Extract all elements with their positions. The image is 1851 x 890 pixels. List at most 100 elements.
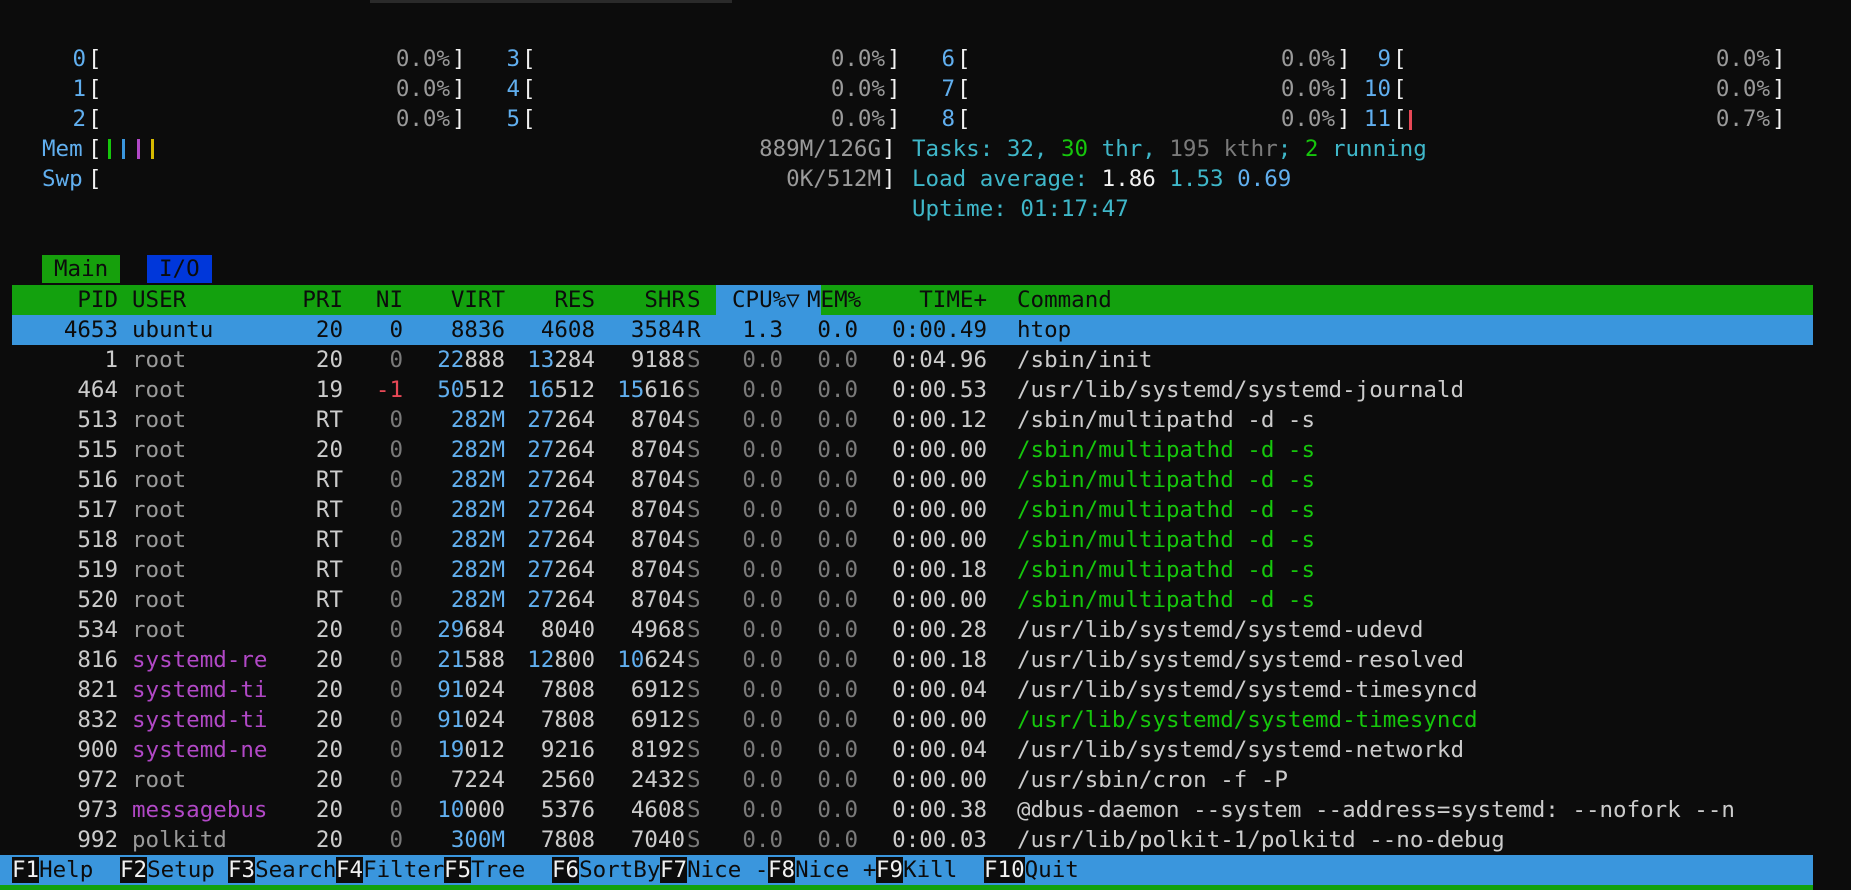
table-row[interactable]: 992 polkitd 20 0 300M 7808 7040 S 0.0 0.0 0:00.03 /… xyxy=(12,825,1813,855)
fkey-f4[interactable]: F4Filter xyxy=(336,855,444,885)
cell-ni: 0 xyxy=(389,467,403,493)
cell-user: systemd-ti xyxy=(132,677,268,703)
table-row[interactable]: 821 systemd-ti 20 0 91024 7808 6912 S 0.0 0.0 0:00… xyxy=(12,675,1813,705)
cell-res: 27264 xyxy=(527,527,595,553)
fkey-f5[interactable]: F5Tree xyxy=(444,855,552,885)
cell-time: 0:00.12 xyxy=(892,407,987,433)
tab-io[interactable]: I/O xyxy=(147,255,212,283)
cell-cpu: 0.0 xyxy=(742,407,783,433)
table-row[interactable]: 464 root 19 -1 50512 16512 15616 S 0.0 0.0 0:00.53… xyxy=(12,375,1813,405)
cell-time: 0:04.96 xyxy=(892,347,987,373)
table-row[interactable]: 973 messagebus 20 0 10000 5376 4608 S 0.0 0.0 0:00… xyxy=(12,795,1813,825)
cell-pid: 992 xyxy=(77,827,118,853)
col-time[interactable]: TIME+ xyxy=(919,285,987,315)
cell-ni: 0 xyxy=(389,317,403,343)
table-row[interactable]: 4653 ubuntu 20 0 8836 4608 3584 R 1.3 0.0 0:00.49 h… xyxy=(12,315,1813,345)
table-row[interactable]: 515 root 20 0 282M 27264 8704 S 0.0 0.0 0:00.00/sb… xyxy=(12,435,1813,465)
cpu-8-percent: 0.0% xyxy=(1280,106,1335,132)
table-row[interactable]: 518 root RT 0 282M 27264 8704 S 0.0 0.0 0:00.00/sb… xyxy=(12,525,1813,555)
col-pid[interactable]: PID xyxy=(77,285,118,315)
cell-state: S xyxy=(687,677,701,703)
cpu-2-bracket-open: [ xyxy=(88,106,102,132)
cell-mem: 0.0 xyxy=(817,737,858,763)
fkey-f9[interactable]: F9Kill xyxy=(876,855,984,885)
cell-time: 0:00.00 xyxy=(892,497,987,523)
table-row[interactable]: 519 root RT 0 282M 27264 8704 S 0.0 0.0 0:00.18/sb… xyxy=(12,555,1813,585)
table-row[interactable]: 513 root RT 0 282M 27264 8704 S 0.0 0.0 0:00.12/sb… xyxy=(12,405,1813,435)
load-line: Load average: 1.86 1.53 0.69 xyxy=(912,164,1291,194)
cell-ni: 0 xyxy=(389,347,403,373)
fkey-f3[interactable]: F3Search xyxy=(228,855,336,885)
cell-ni: -1 xyxy=(375,377,403,403)
col-shr[interactable]: SHR xyxy=(644,285,685,315)
fkey-f9-label: Kill xyxy=(903,857,985,883)
table-row[interactable]: 900 systemd-ne 20 0 19012 9216 8192 S 0.0 0.0 0:00… xyxy=(12,735,1813,765)
table-row[interactable]: 520 root RT 0 282M 27264 8704 S 0.0 0.0 0:00.00/sb… xyxy=(12,585,1813,615)
tab-main[interactable]: Main xyxy=(42,255,121,283)
col-res[interactable]: RES xyxy=(554,285,595,315)
cell-cpu: 0.0 xyxy=(742,347,783,373)
col-virt[interactable]: VIRT xyxy=(451,285,505,315)
cell-ni: 0 xyxy=(389,587,403,613)
cell-ni: 0 xyxy=(389,617,403,643)
col-state[interactable]: S xyxy=(687,285,701,315)
cell-cpu: 0.0 xyxy=(742,467,783,493)
cell-shr: 6912 xyxy=(630,707,685,733)
cell-virt: 8836 xyxy=(450,317,505,343)
cell-time: 0:00.38 xyxy=(892,797,987,823)
cpu-9-percent: 0.0% xyxy=(1715,46,1770,72)
cell-mem: 0.0 xyxy=(817,797,858,823)
cell-time: 0:00.00 xyxy=(892,467,987,493)
col-pri[interactable]: PRI xyxy=(302,285,343,315)
table-row[interactable]: 1 root 20 0 22888 13284 9188 S 0.0 0.0 0:04.96/sbi… xyxy=(12,345,1813,375)
table-row[interactable]: 516 root RT 0 282M 27264 8704 S 0.0 0.0 0:00.00/sb… xyxy=(12,465,1813,495)
fkey-f7[interactable]: F7Nice - xyxy=(660,855,768,885)
col-ni[interactable]: NI xyxy=(376,285,403,315)
fkey-f4-key: F4 xyxy=(336,857,364,883)
tasks-line: Tasks: 32, 30 thr, 195 kthr; 2 running xyxy=(912,134,1427,164)
table-row[interactable]: 832 systemd-ti 20 0 91024 7808 6912 S 0.0 0.0 0:00… xyxy=(12,705,1813,735)
cell-cpu: 0.0 xyxy=(742,377,783,403)
cell-shr: 4968 xyxy=(630,617,685,643)
fkey-f8[interactable]: F8Nice + xyxy=(768,855,876,885)
fkey-f10[interactable]: F10Quit xyxy=(984,855,1079,885)
fkey-f2[interactable]: F2Setup xyxy=(120,855,228,885)
col-cpu[interactable]: CPU%▽ xyxy=(732,285,800,315)
fkey-f6[interactable]: F6SortBy xyxy=(552,855,660,885)
cpu-11-label: 11 xyxy=(1363,106,1391,132)
cell-command: /sbin/multipathd -d -s xyxy=(1017,407,1316,433)
col-user[interactable]: USER xyxy=(132,285,186,315)
cell-user: root xyxy=(132,347,187,373)
cell-shr: 8704 xyxy=(630,407,685,433)
cell-ni: 0 xyxy=(389,737,403,763)
cell-pri: 20 xyxy=(315,737,343,763)
cell-mem: 0.0 xyxy=(817,497,858,523)
cpu-3-label: 3 xyxy=(506,46,520,72)
table-row[interactable]: 534 root 20 0 29684 8040 4968 S 0.0 0.0 0:00.28/us… xyxy=(12,615,1813,645)
fkey-f1[interactable]: F1Help xyxy=(12,855,120,885)
cell-time: 0:00.00 xyxy=(892,767,987,793)
cell-command: /usr/lib/systemd/systemd-udevd xyxy=(1017,617,1424,643)
cell-shr: 8704 xyxy=(630,527,685,553)
cpu-11-percent: 0.7% xyxy=(1715,106,1770,132)
cell-time: 0:00.49 xyxy=(892,317,987,343)
uptime-line: Uptime: 01:17:47 xyxy=(912,194,1129,224)
cell-cpu: 0.0 xyxy=(742,707,783,733)
cell-state: S xyxy=(687,707,701,733)
cell-mem: 0.0 xyxy=(817,377,858,403)
tasks-label: Tasks: xyxy=(912,136,1007,162)
tasks-kthr: 195 kthr xyxy=(1169,136,1278,162)
mem-bar-used xyxy=(108,139,111,159)
cell-pid: 972 xyxy=(77,767,118,793)
cell-user: root xyxy=(132,497,187,523)
table-row[interactable]: 517 root RT 0 282M 27264 8704 S 0.0 0.0 0:00.00/sb… xyxy=(12,495,1813,525)
cell-shr: 8704 xyxy=(630,557,685,583)
fkey-f4-label: Filter xyxy=(363,857,445,883)
col-mem[interactable]: MEM% xyxy=(807,285,861,315)
table-row[interactable]: 972 root 20 0 7224 2560 2432 S 0.0 0.0 0:00.00/usr… xyxy=(12,765,1813,795)
cell-virt: 50512 xyxy=(437,377,505,403)
cell-command: /sbin/multipathd -d -s xyxy=(1017,527,1316,553)
col-command[interactable]: Command xyxy=(1017,285,1112,315)
table-row[interactable]: 816 systemd-re 20 0 21588 12800 10624 S 0.0 0.0 0:… xyxy=(12,645,1813,675)
swp-bracket-close: ] xyxy=(882,166,896,192)
